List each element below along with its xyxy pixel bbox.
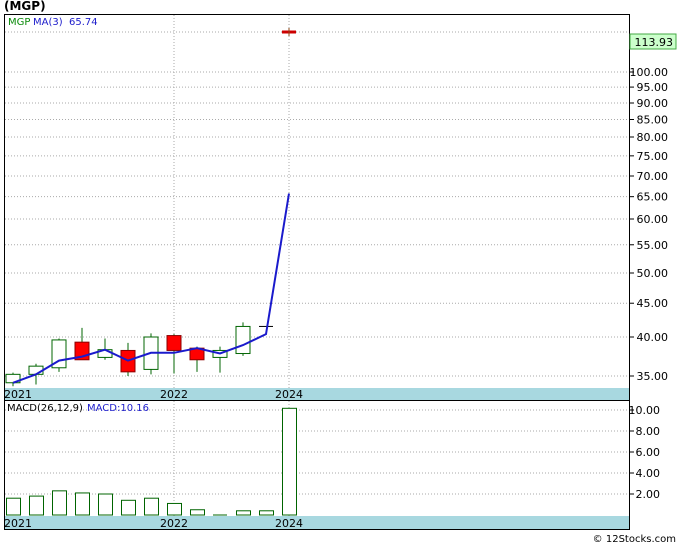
macd-bar — [259, 510, 274, 516]
macd-label: MACD(26,12,9) — [7, 403, 83, 414]
price-date-label: 2021 — [4, 388, 32, 401]
legend-ma-label: MA(3) — [33, 17, 63, 28]
ticker-title: (MGP) — [4, 0, 46, 13]
legend-ma-value: 65.74 — [69, 17, 98, 28]
price-tick-label: 45.00 — [637, 297, 669, 310]
price-date-label: 2024 — [275, 388, 303, 401]
price-tick-label: 40.00 — [637, 331, 669, 344]
macd-bar — [6, 497, 21, 516]
candle — [51, 338, 67, 372]
candle-body — [166, 335, 182, 351]
macd-bar — [121, 499, 136, 516]
price-tick-label: 100.00 — [630, 66, 669, 79]
macd-tick-label: 2.00 — [636, 488, 661, 501]
macd-bar — [29, 495, 44, 516]
candle — [235, 322, 251, 356]
price-tick-label: 85.00 — [637, 113, 669, 126]
macd-bar — [236, 510, 251, 516]
macd-bar — [167, 502, 182, 516]
macd-tick-label: 4.00 — [636, 467, 661, 480]
macd-bar — [52, 490, 67, 516]
price-date-band — [5, 388, 629, 400]
price-y-axis: 100.00 95.00 90.00 85.00 80.00 75.00 70.00 65.0… — [629, 66, 668, 383]
macd-bar — [144, 497, 159, 516]
price-tick-label: 70.00 — [637, 170, 669, 183]
macd-bar — [75, 492, 90, 516]
macd-bar — [98, 493, 113, 516]
price-tick-label: 90.00 — [637, 97, 669, 110]
price-date-label: 2022 — [160, 388, 188, 401]
price-tick-label: 80.00 — [637, 131, 669, 144]
price-tick-label: 60.00 — [637, 213, 669, 226]
price-tag: 113.93 — [635, 36, 674, 49]
price-tick-label: 35.00 — [637, 370, 669, 383]
price-tick-label: 65.00 — [637, 191, 669, 204]
macd-date-label: 2024 — [275, 517, 303, 530]
macd-date-band — [5, 516, 629, 529]
price-tick-label: 55.00 — [637, 239, 669, 252]
macd-tick-label: 6.00 — [636, 446, 661, 459]
legend-symbol: MGP — [8, 17, 30, 28]
price-tick-label: 95.00 — [637, 81, 669, 94]
macd-value-label: MACD:10.16 — [87, 403, 149, 414]
macd-date-label: 2022 — [160, 517, 188, 530]
macd-bar — [190, 509, 205, 516]
footer-credit: © 12Stocks.com — [593, 534, 676, 545]
macd-date-label: 2021 — [4, 517, 32, 530]
price-tick-label: 75.00 — [637, 150, 669, 163]
macd-bar — [282, 407, 297, 516]
candle-body — [235, 325, 251, 355]
macd-y-axis: 10.00 8.00 6.00 4.00 2.00 — [629, 404, 661, 501]
chart: 100.00 95.00 90.00 85.00 80.00 75.00 70.00 65.0… — [4, 0, 677, 545]
price-tick-label: 50.00 — [637, 267, 669, 280]
macd-tick-label: 8.00 — [636, 425, 661, 438]
macd-tick-label: 10.00 — [629, 404, 661, 417]
